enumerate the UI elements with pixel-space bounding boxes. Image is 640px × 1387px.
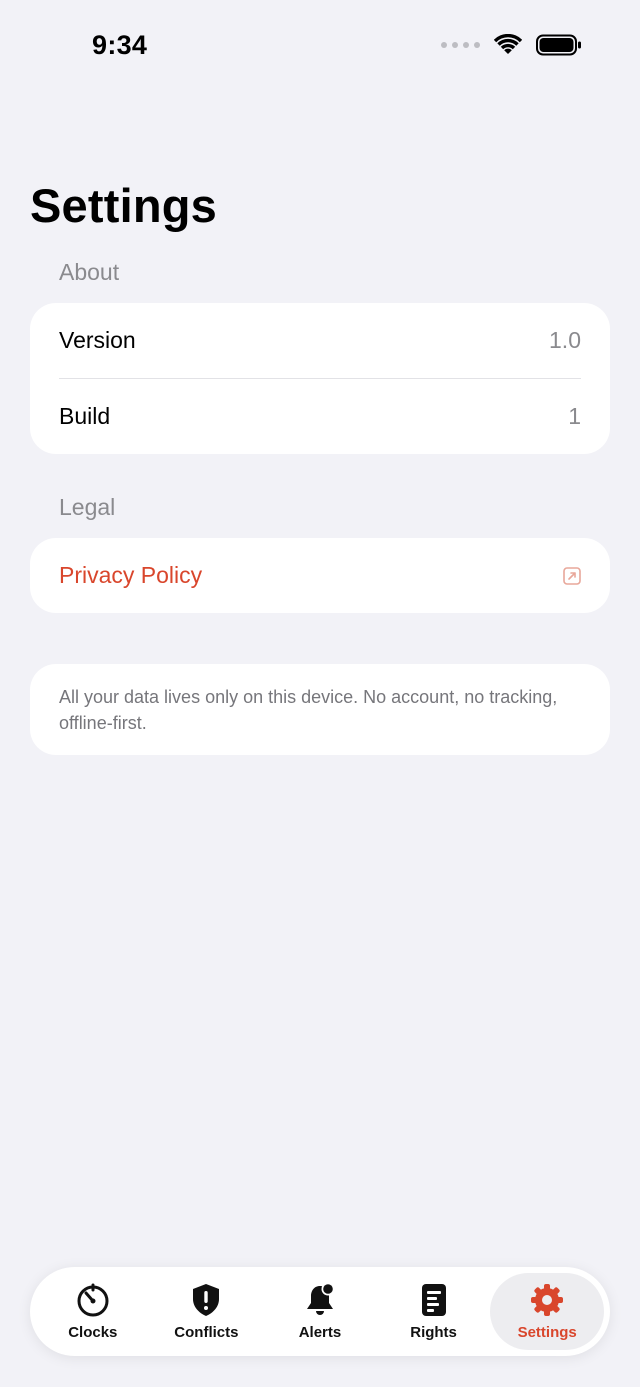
cellular-signal-icon <box>441 38 480 52</box>
battery-icon <box>536 34 582 56</box>
privacy-policy-row[interactable]: Privacy Policy <box>30 538 610 613</box>
tab-bar: Clocks Conflicts Alerts Rights Settings <box>30 1267 610 1356</box>
status-time: 9:34 <box>92 30 148 60</box>
document-list-icon <box>421 1284 446 1316</box>
shield-exclamation-icon <box>193 1284 220 1316</box>
build-value: 1 <box>568 403 581 429</box>
tab-conflicts[interactable]: Conflicts <box>150 1273 264 1350</box>
legal-card: Privacy Policy <box>30 538 610 613</box>
tab-label: Rights <box>410 1324 457 1341</box>
version-label: Version <box>59 327 136 353</box>
privacy-policy-label: Privacy Policy <box>59 562 203 588</box>
tab-rights[interactable]: Rights <box>377 1273 491 1350</box>
tab-label: Settings <box>517 1324 577 1341</box>
stopwatch-icon <box>77 1283 109 1317</box>
about-card: Version 1.0 Build 1 <box>30 303 610 454</box>
external-link-icon <box>563 566 581 585</box>
bell-badge-icon <box>306 1282 335 1315</box>
privacy-note: All your data lives only on this device.… <box>30 664 610 755</box>
tab-settings[interactable]: Settings <box>490 1273 604 1350</box>
section-header-about: About <box>59 259 120 285</box>
tab-alerts[interactable]: Alerts <box>263 1273 377 1350</box>
version-value: 1.0 <box>549 327 581 353</box>
gear-icon <box>531 1284 564 1316</box>
wifi-icon <box>494 34 522 56</box>
build-label: Build <box>59 403 111 429</box>
page-title: Settings <box>30 179 218 232</box>
section-header-legal: Legal <box>59 494 116 520</box>
status-indicators <box>441 34 582 56</box>
tab-label: Clocks <box>68 1324 118 1341</box>
tab-label: Conflicts <box>174 1324 239 1341</box>
version-row: Version 1.0 <box>30 303 610 378</box>
tab-label: Alerts <box>298 1324 342 1341</box>
settings-screen: 9:34 Settings About Version 1.0 Build 1 … <box>0 0 640 1387</box>
build-row: Build 1 <box>30 379 610 454</box>
tab-clocks[interactable]: Clocks <box>36 1273 150 1350</box>
